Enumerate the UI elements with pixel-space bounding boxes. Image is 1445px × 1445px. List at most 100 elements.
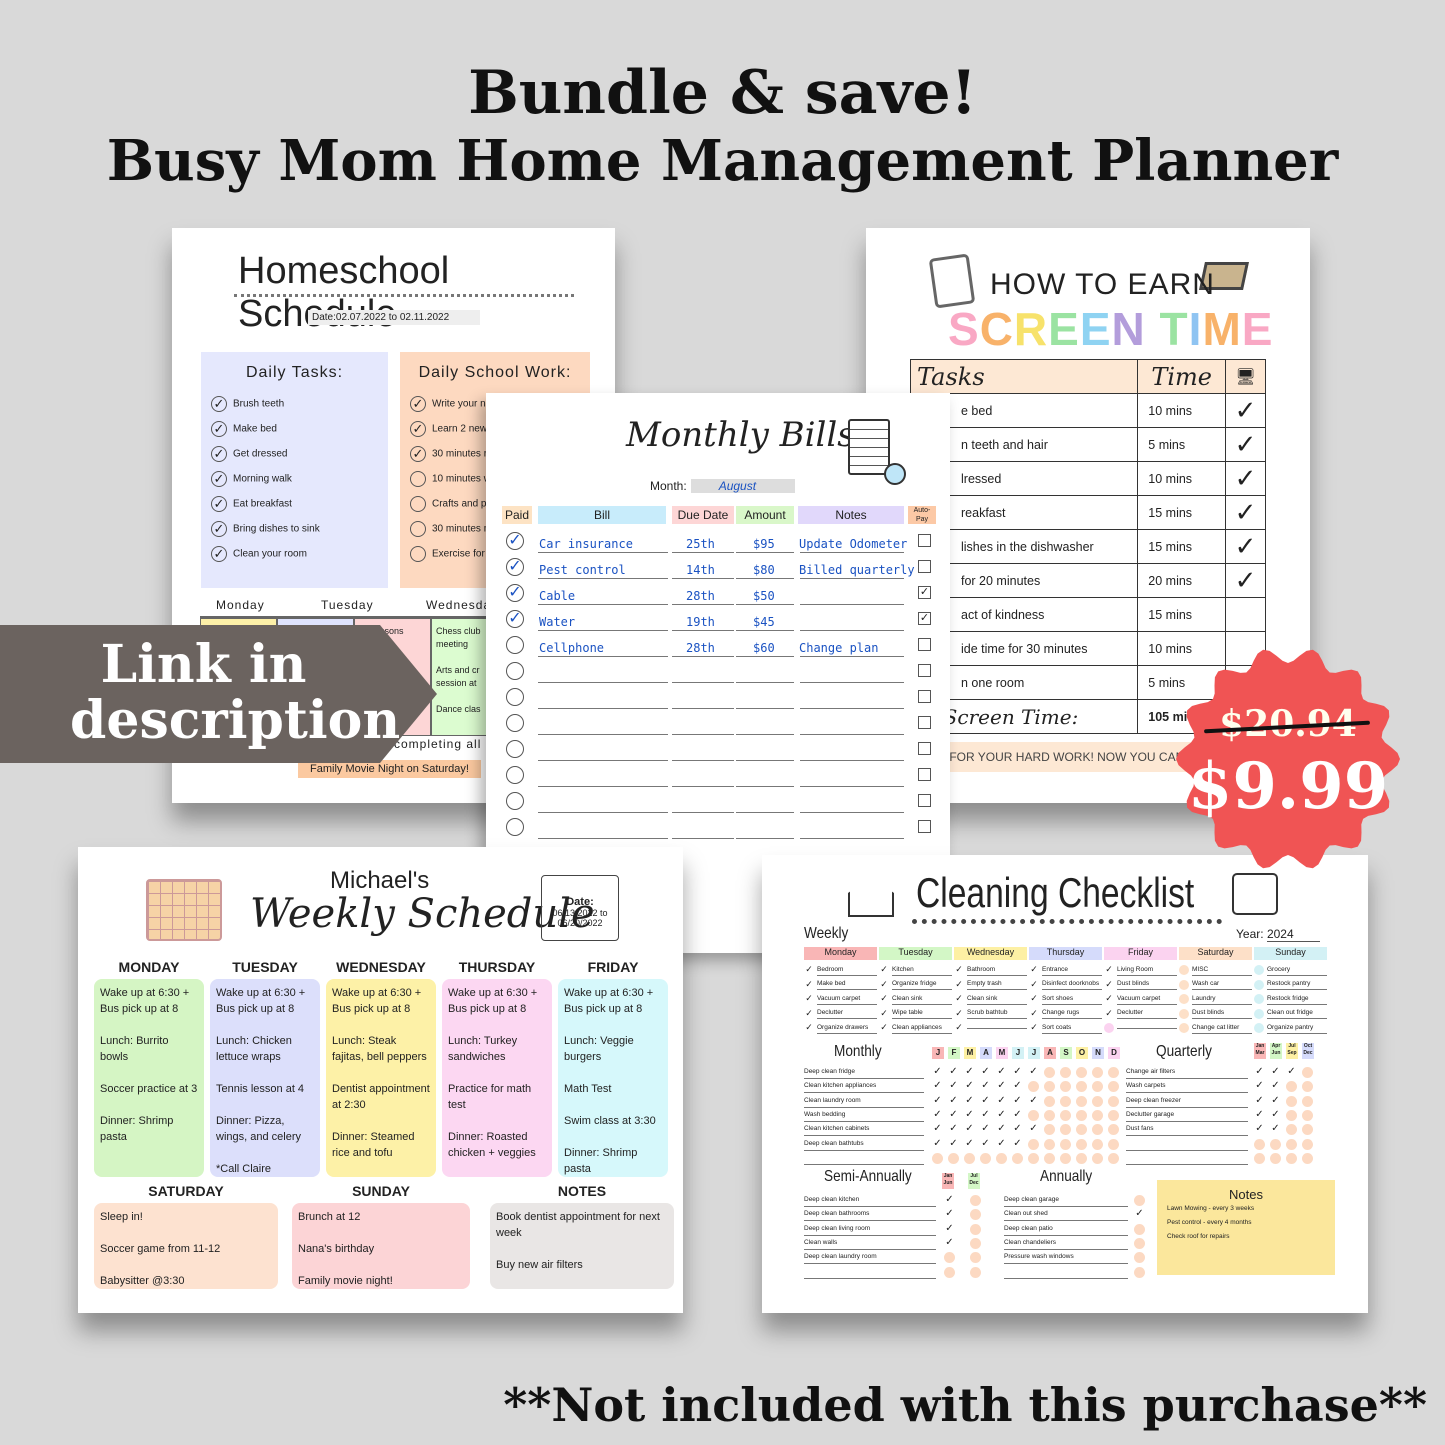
empty-dot[interactable] xyxy=(1302,1081,1313,1093)
checkmark-icon[interactable]: ✓ xyxy=(964,1124,975,1135)
empty-dot[interactable] xyxy=(1286,1138,1297,1150)
empty-dot[interactable] xyxy=(944,1252,955,1264)
checkmark-icon[interactable]: ✓ xyxy=(1012,1095,1023,1107)
checkmark-icon[interactable]: ✓ xyxy=(1254,1067,1265,1078)
empty-circle-icon[interactable] xyxy=(1104,1023,1114,1034)
empty-dot[interactable] xyxy=(1254,1138,1265,1150)
checkmark-icon[interactable]: ✓ xyxy=(980,1095,991,1107)
empty-dot[interactable] xyxy=(1134,1223,1145,1235)
checkmark-icon[interactable]: ✓ xyxy=(996,1095,1007,1107)
paid-checked-icon[interactable]: ✓ xyxy=(506,532,524,550)
checkmark-icon[interactable]: ✓ xyxy=(1029,994,1039,1004)
autopay-checkbox[interactable] xyxy=(918,560,931,573)
checkmark-icon[interactable]: ✓ xyxy=(980,1124,991,1135)
empty-dot[interactable] xyxy=(1302,1152,1313,1164)
empty-dot[interactable] xyxy=(1028,1109,1039,1121)
checkmark-icon[interactable]: ✓ xyxy=(932,1124,943,1135)
empty-dot[interactable] xyxy=(1076,1138,1087,1150)
checkmark-icon[interactable]: ✓ xyxy=(996,1109,1007,1121)
empty-dot[interactable] xyxy=(1270,1152,1281,1164)
empty-dot[interactable] xyxy=(1060,1081,1071,1093)
checkmark-icon[interactable]: ✓ xyxy=(964,1109,975,1121)
empty-dot[interactable] xyxy=(1076,1124,1087,1136)
checkmark-icon[interactable]: ✓ xyxy=(804,965,814,975)
empty-dot[interactable] xyxy=(970,1195,981,1206)
empty-dot[interactable] xyxy=(1254,1152,1265,1164)
empty-dot[interactable] xyxy=(1060,1095,1071,1107)
checkmark-icon[interactable]: ✓ xyxy=(964,1067,975,1078)
empty-dot[interactable] xyxy=(1044,1138,1055,1150)
empty-dot[interactable] xyxy=(996,1152,1007,1164)
autopay-checkbox[interactable] xyxy=(918,768,931,781)
empty-dot[interactable] xyxy=(1028,1081,1039,1093)
empty-circle-icon[interactable] xyxy=(1254,965,1264,976)
checkmark-icon[interactable]: ✓ xyxy=(804,1008,814,1019)
empty-dot[interactable] xyxy=(1092,1124,1103,1136)
empty-dot[interactable] xyxy=(1092,1109,1103,1121)
checkmark-icon[interactable]: ✓ xyxy=(1254,1081,1265,1092)
autopay-checked-box[interactable]: ✓ xyxy=(918,586,931,599)
empty-circle-icon[interactable] xyxy=(1179,1008,1189,1019)
empty-dot[interactable] xyxy=(944,1266,955,1278)
autopay-checkbox[interactable] xyxy=(918,794,931,807)
empty-dot[interactable] xyxy=(1108,1095,1119,1107)
checkmark-icon[interactable]: ✓ xyxy=(948,1138,959,1150)
checkmark-icon[interactable]: ✓ xyxy=(879,965,889,975)
empty-dot[interactable] xyxy=(1092,1152,1103,1164)
empty-circle-icon[interactable] xyxy=(1254,979,1264,990)
paid-circle[interactable] xyxy=(506,688,524,706)
empty-dot[interactable] xyxy=(1044,1152,1055,1164)
empty-dot[interactable] xyxy=(1286,1152,1297,1164)
checkmark-icon[interactable]: ✓ xyxy=(932,1067,943,1078)
empty-dot[interactable] xyxy=(964,1152,975,1164)
checkmark-icon[interactable]: ✓ xyxy=(1029,965,1039,975)
checkmark-icon[interactable]: ✓ xyxy=(1029,1008,1039,1019)
checkmark-icon[interactable]: ✓ xyxy=(996,1067,1007,1078)
checkmark-icon[interactable]: ✓ xyxy=(1270,1109,1281,1121)
empty-dot[interactable] xyxy=(1092,1067,1103,1078)
empty-dot[interactable] xyxy=(1270,1138,1281,1150)
checkmark-icon[interactable]: ✓ xyxy=(1254,1109,1265,1121)
empty-dot[interactable] xyxy=(1302,1124,1313,1136)
autopay-checkbox[interactable] xyxy=(918,534,931,547)
checkmark-icon[interactable]: ✓ xyxy=(1134,1209,1145,1220)
checkmark-icon[interactable]: ✓ xyxy=(1104,994,1114,1004)
paid-circle[interactable] xyxy=(506,662,524,680)
checkmark-icon[interactable]: ✓ xyxy=(1012,1081,1023,1092)
checkmark-icon[interactable]: ✓ xyxy=(996,1124,1007,1135)
autopay-checkbox[interactable] xyxy=(918,690,931,703)
checkmark-icon[interactable]: ✓ xyxy=(1270,1124,1281,1135)
empty-dot[interactable] xyxy=(1044,1081,1055,1093)
checkmark-icon[interactable]: ✓ xyxy=(954,965,964,975)
checkmark-icon[interactable]: ✓ xyxy=(1029,1023,1039,1033)
empty-dot[interactable] xyxy=(1108,1124,1119,1136)
paid-checked-icon[interactable]: ✓ xyxy=(506,558,524,576)
empty-dot[interactable] xyxy=(1286,1124,1297,1136)
checkmark-icon[interactable]: ✓ xyxy=(1104,979,1114,990)
empty-dot[interactable] xyxy=(1060,1124,1071,1136)
checkmark-icon[interactable]: ✓ xyxy=(944,1237,955,1249)
empty-circle-icon[interactable] xyxy=(1179,1023,1189,1034)
empty-dot[interactable] xyxy=(1092,1081,1103,1093)
checkmark-icon[interactable]: ✓ xyxy=(1270,1095,1281,1107)
checkmark-icon[interactable]: ✓ xyxy=(1270,1067,1281,1078)
paid-circle[interactable] xyxy=(506,792,524,810)
empty-dot[interactable] xyxy=(1076,1095,1087,1107)
checkmark-icon[interactable]: ✓ xyxy=(1028,1095,1039,1107)
checkmark-icon[interactable]: ✓ xyxy=(1012,1138,1023,1150)
checkmark-icon[interactable]: ✓ xyxy=(964,1095,975,1107)
paid-circle[interactable] xyxy=(506,636,524,654)
empty-dot[interactable] xyxy=(1134,1195,1145,1206)
checkmark-icon[interactable]: ✓ xyxy=(932,1138,943,1150)
empty-dot[interactable] xyxy=(1076,1081,1087,1093)
empty-dot[interactable] xyxy=(1108,1109,1119,1121)
empty-dot[interactable] xyxy=(1044,1095,1055,1107)
checkmark-icon[interactable]: ✓ xyxy=(948,1109,959,1121)
empty-dot[interactable] xyxy=(1108,1067,1119,1078)
checkmark-icon[interactable]: ✓ xyxy=(1012,1067,1023,1078)
empty-dot[interactable] xyxy=(1012,1152,1023,1164)
checkmark-icon[interactable]: ✓ xyxy=(996,1081,1007,1092)
checkmark-icon[interactable]: ✓ xyxy=(932,1109,943,1121)
checkmark-icon[interactable]: ✓ xyxy=(996,1138,1007,1150)
checkmark-icon[interactable]: ✓ xyxy=(964,1138,975,1150)
